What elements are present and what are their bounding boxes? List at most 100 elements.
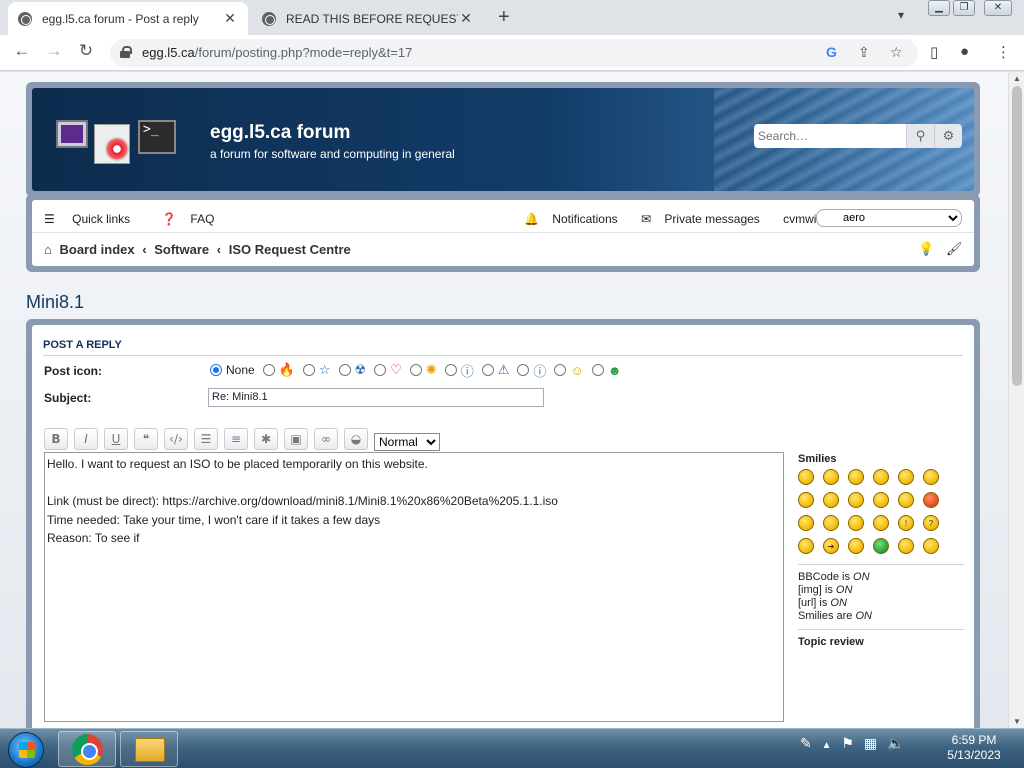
smiley-icon[interactable] <box>873 492 889 508</box>
style-select[interactable]: aero <box>816 209 962 227</box>
star-icon[interactable]: ☆ <box>890 44 903 61</box>
scroll-down-icon[interactable]: ▼ <box>1013 717 1021 726</box>
pen-input-icon[interactable]: ✎ <box>800 735 812 751</box>
message-textarea[interactable]: Hello. I want to request an ISO to be pl… <box>44 452 784 722</box>
quick-links-link[interactable]: ☰ Quick links <box>44 212 144 226</box>
tab-forum-post-reply[interactable]: egg.l5.ca forum - Post a reply ✕ <box>8 2 248 35</box>
link-button[interactable]: ∞ <box>314 428 338 450</box>
bbcode-label[interactable]: BBCode is <box>798 571 850 583</box>
post-icon-radio-info[interactable] <box>517 364 530 376</box>
post-icon-radio-grin[interactable] <box>591 364 604 376</box>
new-tab-icon[interactable]: + <box>498 6 510 29</box>
font-color-button[interactable]: ◒ <box>344 428 368 450</box>
private-messages-link[interactable]: ✉ Private messages <box>641 212 770 226</box>
taskbar-explorer[interactable] <box>120 731 178 767</box>
chevron-down-icon[interactable]: ▾ <box>898 8 904 22</box>
breadcrumb-iso-request-centre[interactable]: ISO Request Centre <box>229 242 351 257</box>
search-input[interactable] <box>754 124 906 148</box>
show-hidden-icon[interactable]: ▲ <box>822 740 832 751</box>
network-icon[interactable]: ▦ <box>864 735 877 751</box>
action-center-icon[interactable]: ⚑ <box>841 735 854 751</box>
tab-read-this[interactable]: READ THIS BEFORE REQUESTING ✕ <box>252 2 484 35</box>
smiley-icon[interactable] <box>898 469 914 485</box>
taskbar-chrome[interactable] <box>58 731 116 767</box>
smiley-icon[interactable]: ? <box>923 515 939 531</box>
subject-input[interactable]: Re: Mini8.1 <box>208 388 544 407</box>
post-icon-radio-lightbulb[interactable] <box>409 364 422 376</box>
menu-icon[interactable]: ⋮ <box>996 43 1011 61</box>
start-button[interactable] <box>8 732 44 768</box>
smiley-icon[interactable]: ➜ <box>823 538 839 554</box>
smiley-icon[interactable]: ! <box>898 515 914 531</box>
tab-close-icon[interactable]: ✕ <box>458 10 474 27</box>
smiley-icon[interactable] <box>823 515 839 531</box>
post-icon-radio-fire[interactable] <box>262 364 275 376</box>
forward-arrow-icon[interactable]: → <box>42 41 66 61</box>
close-window-button[interactable]: ✕ <box>984 0 1012 16</box>
smiley-icon[interactable] <box>848 492 864 508</box>
smiley-icon[interactable] <box>873 538 889 554</box>
smiley-icon[interactable] <box>873 515 889 531</box>
ordered-list-button[interactable]: ≡ <box>224 428 248 450</box>
smiley-icon[interactable] <box>798 515 814 531</box>
site-logo[interactable]: >_ <box>54 118 184 168</box>
smiley-icon[interactable] <box>873 469 889 485</box>
breadcrumb-software[interactable]: Software <box>154 242 209 257</box>
smiley-icon[interactable] <box>898 538 914 554</box>
brush-icon[interactable]: 🖌 <box>946 241 963 256</box>
breadcrumb-board-index[interactable]: Board index <box>59 242 134 257</box>
smiley-icon[interactable] <box>923 538 939 554</box>
quote-button[interactable]: ❝ <box>134 428 158 450</box>
font-size-select[interactable]: Normal <box>374 433 440 451</box>
post-icon-radio-star[interactable] <box>302 364 315 376</box>
faq-link[interactable]: ❓ FAQ <box>161 212 228 226</box>
google-icon[interactable]: G <box>826 44 837 60</box>
smiley-icon[interactable] <box>923 469 939 485</box>
taskbar-clock[interactable]: 6:59 PM 5/13/2023 <box>944 733 1004 763</box>
profile-icon[interactable]: ● <box>960 43 969 60</box>
list-button[interactable]: ☰ <box>194 428 218 450</box>
bold-button[interactable]: B <box>44 428 68 450</box>
url-text[interactable]: egg.l5.ca/forum/posting.php?mode=reply&t… <box>142 45 412 60</box>
smiley-icon[interactable] <box>848 515 864 531</box>
topic-review-link[interactable]: Topic review <box>798 636 964 648</box>
italic-button[interactable]: I <box>74 428 98 450</box>
list-item-button[interactable]: ✱ <box>254 428 278 450</box>
page-title[interactable]: Mini8.1 <box>26 292 84 313</box>
side-panel-icon[interactable]: ▯ <box>930 43 938 61</box>
smiley-icon[interactable] <box>923 492 939 508</box>
minimize-button[interactable]: ▁ <box>928 0 950 16</box>
underline-button[interactable]: U <box>104 428 128 450</box>
back-arrow-icon[interactable]: ← <box>10 41 34 61</box>
tab-close-icon[interactable]: ✕ <box>222 10 238 27</box>
smiley-icon[interactable] <box>848 538 864 554</box>
notifications-link[interactable]: 🔔 Notifications <box>524 212 628 226</box>
scrollbar-thumb[interactable] <box>1012 86 1022 386</box>
address-bar[interactable]: egg.l5.ca/forum/posting.php?mode=reply&t… <box>110 39 918 67</box>
smiley-icon[interactable] <box>898 492 914 508</box>
reload-icon[interactable]: ↻ <box>74 41 98 61</box>
post-icon-radio-smile[interactable] <box>554 364 567 376</box>
scroll-up-icon[interactable]: ▲ <box>1013 74 1021 83</box>
smiley-icon[interactable] <box>798 469 814 485</box>
post-icon-radio-radioactive[interactable] <box>338 364 351 376</box>
page-scrollbar[interactable]: ▲ ▼ <box>1008 72 1024 728</box>
restore-button[interactable]: ❐ <box>953 0 975 16</box>
site-title[interactable]: egg.l5.ca forum <box>210 122 350 144</box>
share-icon[interactable]: ⇪ <box>858 44 870 61</box>
smiley-icon[interactable] <box>798 492 814 508</box>
post-icon-radio-warning[interactable] <box>481 364 494 376</box>
post-icon-radio-question[interactable] <box>444 364 457 376</box>
gear-icon[interactable]: ⚙ <box>934 124 962 148</box>
post-icon-radio-none[interactable] <box>210 364 222 376</box>
search-icon[interactable]: ⚲ <box>906 124 934 148</box>
volume-icon[interactable]: 🔈 <box>887 735 904 751</box>
smiley-icon[interactable] <box>798 538 814 554</box>
lightbulb-icon[interactable]: 💡 <box>918 241 934 256</box>
post-icon-radio-heart[interactable] <box>374 364 387 376</box>
image-button[interactable]: ▣ <box>284 428 308 450</box>
smiley-icon[interactable] <box>823 492 839 508</box>
smiley-icon[interactable] <box>823 469 839 485</box>
smiley-icon[interactable] <box>848 469 864 485</box>
code-button[interactable]: ‹/› <box>164 428 188 450</box>
